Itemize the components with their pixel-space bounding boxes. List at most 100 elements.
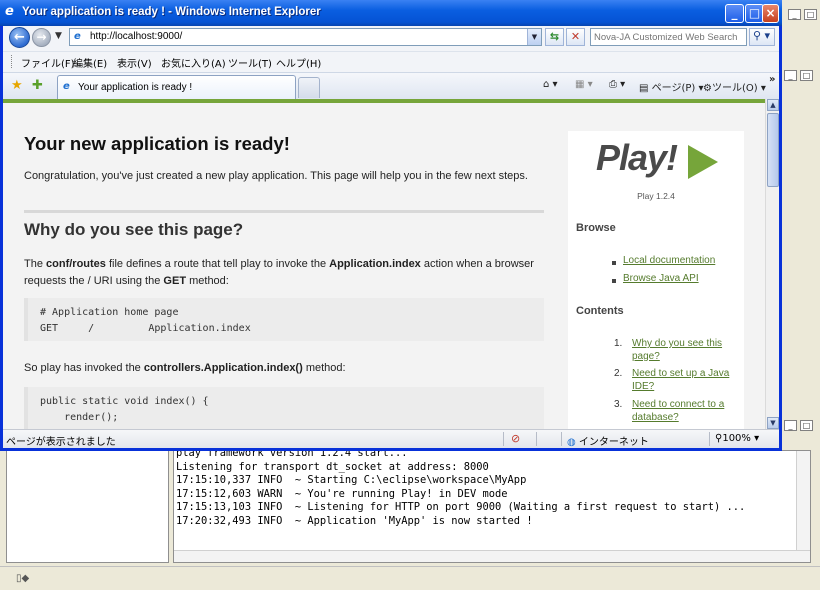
- status-separator: [709, 432, 710, 446]
- page-vertical-scrollbar[interactable]: ▲ ▼: [765, 99, 779, 429]
- contents-link-why[interactable]: Why do you see this page?: [632, 338, 722, 363]
- zone-label: インターネット: [578, 437, 649, 448]
- text: method:: [302, 362, 346, 374]
- eclipse-maximize-button[interactable]: □: [804, 9, 817, 20]
- toolbar-overflow-chevron[interactable]: »: [769, 74, 775, 85]
- browse-heading: Browse: [576, 222, 616, 234]
- bold-text: controllers.Application.index(): [143, 362, 303, 374]
- back-button[interactable]: ←: [9, 27, 30, 48]
- status-text: ページが表示されました: [6, 437, 116, 448]
- scroll-up-arrow[interactable]: ▲: [767, 99, 779, 111]
- print-icon[interactable]: ⎙ ▾: [609, 79, 625, 90]
- browser-chrome: ← → ▼ e http://localhost:9000/ ▼ ⇆ ✕ ⚲ ▾…: [3, 26, 779, 100]
- tools-menu-button[interactable]: ⚙ツール(O) ▾: [703, 79, 766, 94]
- play-logo: Play!: [596, 137, 726, 189]
- page-menu-label: ページ(P): [651, 83, 696, 94]
- search-icon: ⚲: [753, 29, 762, 42]
- bullet: [612, 279, 616, 283]
- console-vertical-scrollbar[interactable]: [796, 451, 810, 562]
- close-button[interactable]: ×: [762, 4, 779, 23]
- text: The: [24, 258, 47, 270]
- contents-link-ide[interactable]: Need to set up a Java IDE?: [632, 368, 729, 393]
- status-separator: [503, 432, 504, 446]
- status-separator: [536, 432, 537, 446]
- tab-page-icon: e: [63, 81, 70, 92]
- sidebar: Play! Play 1.2.4 Browse Local documentat…: [568, 131, 744, 429]
- search-box[interactable]: [590, 28, 747, 46]
- bullet: [612, 261, 616, 265]
- version-label: Play 1.2.4: [637, 191, 675, 201]
- text: file defines a route that tell play to i…: [105, 258, 330, 270]
- menu-edit[interactable]: 編集(E): [73, 55, 107, 70]
- add-favorites-icon[interactable]: ✚: [32, 78, 43, 93]
- address-url[interactable]: http://localhost:9000/: [90, 31, 182, 42]
- refresh-button[interactable]: ⇆: [545, 28, 564, 46]
- security-zone[interactable]: ◍ インターネット: [567, 433, 649, 448]
- routes-paragraph: The conf/routes file defines a route tha…: [24, 256, 544, 290]
- local-documentation-link[interactable]: Local documentation: [623, 255, 715, 268]
- fast-view-icon[interactable]: ▯◆: [16, 573, 29, 584]
- code-index: public static void index() { render();: [40, 396, 209, 423]
- menu-grip: [11, 55, 14, 68]
- code-routes: # Application home page GET / Applicatio…: [40, 307, 251, 334]
- console-minimize-button[interactable]: _: [784, 420, 797, 431]
- eclipse-minimize-button[interactable]: _: [788, 9, 801, 20]
- scroll-down-arrow[interactable]: ▼: [767, 417, 779, 429]
- globe-icon: ◍: [567, 437, 576, 448]
- menu-view[interactable]: 表示(V): [117, 55, 152, 70]
- page-menu-icon: ▤: [639, 83, 649, 94]
- menu-help[interactable]: ヘルプ(H): [276, 55, 321, 70]
- tab-active[interactable]: e Your application is ready !: [57, 75, 296, 100]
- eclipse-left-view[interactable]: [6, 450, 169, 563]
- code-block-routes: # Application home page GET / Applicatio…: [24, 298, 544, 341]
- address-bar[interactable]: e http://localhost:9000/ ▼: [69, 28, 542, 46]
- popup-blocker-icon[interactable]: ⊘: [511, 432, 520, 445]
- contents-number: 3.: [614, 399, 623, 410]
- browse-java-api-link[interactable]: Browse Java API: [623, 273, 699, 286]
- console-horizontal-scrollbar[interactable]: [174, 550, 810, 562]
- link-line: IDE?: [632, 380, 655, 392]
- address-dropdown-icon[interactable]: ▼: [527, 29, 541, 45]
- scroll-thumb[interactable]: [767, 113, 779, 187]
- page-title: Your new application is ready!: [24, 133, 290, 154]
- feeds-icon[interactable]: ▦ ▾: [575, 79, 593, 90]
- eclipse-status-bar: ▯◆: [0, 566, 820, 590]
- link-line: Why do you see this: [632, 338, 723, 349]
- menu-tools[interactable]: ツール(T): [228, 55, 272, 70]
- gear-icon: ⚙: [703, 83, 712, 94]
- tools-menu-label: ツール(O): [711, 83, 758, 94]
- favorites-star-icon[interactable]: ★: [11, 78, 23, 93]
- text: method:: [186, 275, 229, 287]
- minimize-button[interactable]: _: [725, 4, 744, 23]
- bold-text: GET: [163, 275, 187, 287]
- link-line: database?: [632, 411, 679, 423]
- address-row: ← → ▼ e http://localhost:9000/ ▼ ⇆ ✕ ⚲ ▾: [3, 26, 779, 50]
- page-menu-button[interactable]: ▤ ページ(P) ▾: [639, 79, 703, 94]
- console-maximize-button[interactable]: □: [800, 420, 813, 431]
- history-dropdown-icon[interactable]: ▼: [55, 31, 62, 41]
- search-input[interactable]: [594, 30, 744, 44]
- menu-bar: ファイル(F) 編集(E) 表示(V) お気に入り(A) ツール(T) ヘルプ(…: [3, 51, 779, 71]
- zoom-label: 100%: [722, 433, 751, 444]
- status-separator: [561, 432, 562, 446]
- eclipse-view-maximize-button[interactable]: □: [800, 70, 813, 81]
- page-viewport: Your new application is ready! Congratul…: [3, 103, 765, 429]
- menu-file[interactable]: ファイル(F): [21, 55, 75, 70]
- new-tab-button[interactable]: [298, 77, 320, 98]
- link-line: page?: [632, 350, 660, 362]
- title-bar[interactable]: e Your application is ready ! - Windows …: [0, 0, 782, 26]
- status-bar: ページが表示されました ⊘ ◍ インターネット ⚲100% ▾: [3, 429, 779, 448]
- forward-button[interactable]: →: [32, 28, 51, 47]
- contents-link-database[interactable]: Need to connect to a database?: [632, 399, 724, 424]
- eclipse-view-minimize-button[interactable]: _: [784, 70, 797, 81]
- menu-favorites[interactable]: お気に入り(A): [161, 55, 226, 70]
- controller-paragraph: So play has invoked the controllers.Appl…: [24, 362, 346, 374]
- stop-button[interactable]: ✕: [566, 28, 585, 46]
- home-icon[interactable]: ⌂ ▾: [543, 79, 558, 90]
- console-view[interactable]: play framework version 1.2.4 start... Li…: [173, 450, 811, 563]
- search-button[interactable]: ⚲ ▾: [749, 28, 775, 46]
- ie-window: e Your application is ready ! - Windows …: [0, 0, 782, 451]
- ie-logo-icon: e: [5, 4, 14, 19]
- zoom-control[interactable]: ⚲100% ▾: [715, 433, 759, 444]
- bold-text: Application.index: [329, 258, 421, 270]
